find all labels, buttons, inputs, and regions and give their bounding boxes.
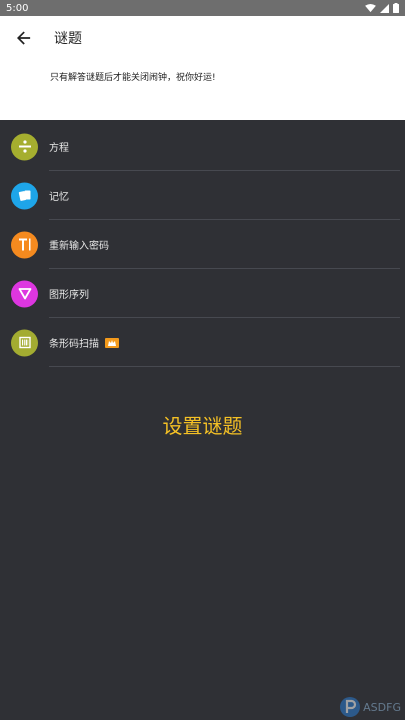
signal-icon	[380, 3, 389, 13]
wifi-icon	[365, 3, 376, 12]
battery-icon	[393, 3, 399, 13]
puzzle-item-retype-password[interactable]: 重新输入密码	[0, 220, 405, 269]
text-cursor-icon	[18, 238, 30, 251]
divide-icon	[18, 140, 31, 153]
puzzle-item-barcode-scan[interactable]: 条形码扫描	[0, 318, 405, 367]
description-panel: 只有解答谜题后才能关闭闹钟，祝你好运!	[0, 60, 405, 120]
puzzle-icon-memory	[11, 182, 38, 209]
arrow-left-icon	[17, 31, 31, 45]
barcode-scan-icon	[18, 336, 31, 349]
watermark-text: ASDFG	[363, 700, 401, 714]
logo-p-icon	[340, 697, 361, 717]
puzzle-item-equation[interactable]: 方程	[0, 122, 405, 171]
status-time: 5:00	[6, 2, 29, 14]
puzzle-label: 方程	[49, 143, 69, 154]
back-button[interactable]	[2, 16, 46, 60]
puzzle-label: 记忆	[49, 192, 69, 203]
puzzle-icon-equation	[11, 133, 38, 160]
puzzle-item-memory[interactable]: 记忆	[0, 171, 405, 220]
page-title: 谜题	[54, 31, 82, 47]
triangle-down-icon	[18, 288, 31, 300]
app-bar: 谜题	[0, 16, 405, 60]
puzzle-label-text: 条形码扫描	[49, 339, 99, 350]
puzzle-item-shape-sequence[interactable]: 图形序列	[0, 269, 405, 318]
puzzle-icon-shape-sequence	[11, 280, 38, 307]
watermark: ASDFG	[339, 696, 401, 718]
cards-icon	[18, 190, 30, 201]
status-icons	[365, 3, 399, 13]
divider	[49, 366, 400, 367]
pro-badge-icon	[105, 337, 119, 348]
set-puzzle-button[interactable]: 设置谜题	[0, 410, 405, 439]
puzzle-label: 条形码扫描	[49, 335, 119, 350]
puzzle-list: 方程 记忆 重新输入密码 图形序列 条形码扫描	[0, 122, 405, 367]
puzzle-icon-barcode-scan	[11, 329, 38, 356]
puzzle-label: 图形序列	[49, 290, 89, 301]
puzzle-label: 重新输入密码	[49, 241, 109, 252]
status-bar: 5:00	[0, 0, 405, 16]
puzzle-icon-retype-password	[11, 231, 38, 258]
description-text: 只有解答谜题后才能关闭闹钟，祝你好运!	[50, 73, 216, 83]
